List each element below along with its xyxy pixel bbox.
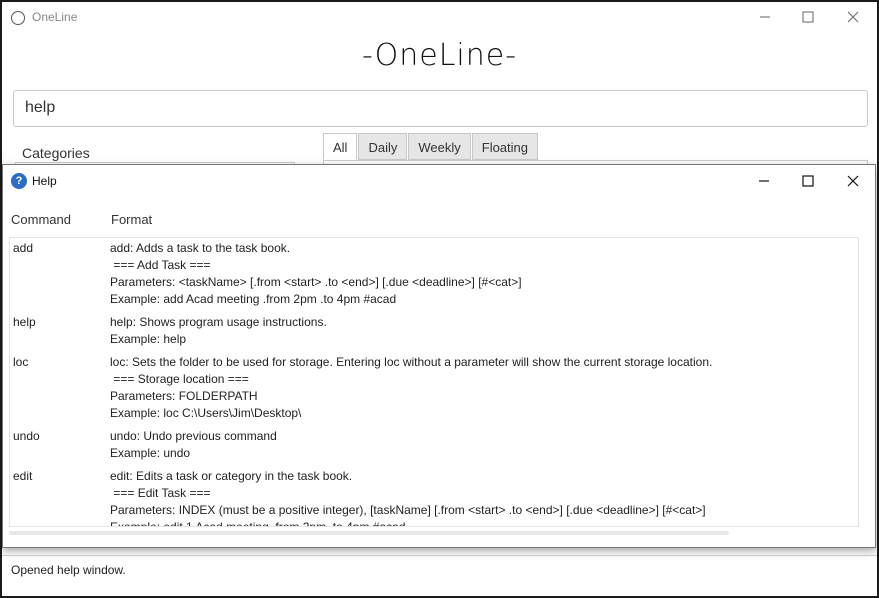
format-line: Parameters: <taskName> [.from <start> .t… <box>110 275 522 289</box>
tab-weekly[interactable]: Weekly <box>408 133 471 160</box>
format-line: Parameters: FOLDERPATH <box>110 389 258 403</box>
format-cell: add: Adds a task to the task book. === A… <box>110 240 522 308</box>
command-cell: help <box>13 315 36 329</box>
help-table[interactable]: add add: Adds a task to the task book. =… <box>9 237 859 527</box>
format-line: help: Shows program usage instructions. <box>110 315 327 329</box>
column-header-format[interactable]: Format <box>111 212 152 227</box>
format-cell: loc: Sets the folder to be used for stor… <box>110 354 712 422</box>
format-line: loc: Sets the folder to be used for stor… <box>110 355 713 369</box>
help-question-icon: ? <box>11 173 27 189</box>
format-cell: edit: Edits a task or category in the ta… <box>110 468 706 527</box>
format-line: === Add Task === <box>110 258 211 272</box>
command-input[interactable]: help <box>13 90 868 127</box>
format-line: Example: undo <box>110 446 191 460</box>
command-cell: undo <box>13 429 40 443</box>
task-tabs: All Daily Weekly Floating <box>323 133 539 160</box>
column-header-command[interactable]: Command <box>11 212 71 227</box>
table-row: loc loc: Sets the folder to be used for … <box>10 354 858 422</box>
scrollbar-thumb[interactable] <box>9 531 729 535</box>
categories-label: Categories <box>22 145 90 161</box>
format-line: === Storage location === <box>110 372 249 386</box>
close-icon <box>847 175 859 187</box>
app-circle-icon <box>11 11 25 25</box>
help-minimize-button[interactable] <box>741 165 787 197</box>
help-window: ? Help Command Format add add: Adds a ta… <box>2 164 876 548</box>
format-cell: help: Shows program usage instructions. … <box>110 314 327 348</box>
format-line: Parameters: INDEX (must be a positive in… <box>110 503 706 517</box>
minimize-button[interactable] <box>742 2 788 32</box>
tab-daily[interactable]: Daily <box>358 133 408 160</box>
status-text: Opened help window. <box>11 563 126 577</box>
minimize-icon <box>760 16 770 18</box>
format-line: undo: Undo previous command <box>110 429 277 443</box>
command-cell: add <box>13 241 34 255</box>
app-logo: -OneLine- <box>361 38 518 73</box>
help-maximize-button[interactable] <box>785 165 831 197</box>
minimize-icon <box>759 180 769 182</box>
close-icon <box>847 11 859 23</box>
close-button[interactable] <box>830 2 876 32</box>
maximize-icon <box>802 175 814 187</box>
tab-all[interactable]: All <box>323 133 358 160</box>
table-row: add add: Adds a task to the task book. =… <box>10 240 858 308</box>
main-titlebar: OneLine <box>2 2 877 32</box>
format-cell: undo: Undo previous command Example: und… <box>110 428 277 462</box>
tab-floating[interactable]: Floating <box>471 133 538 160</box>
table-row: help help: Shows program usage instructi… <box>10 314 858 348</box>
help-close-button[interactable] <box>830 165 876 197</box>
table-row: undo undo: Undo previous command Example… <box>10 428 858 462</box>
app-title: OneLine <box>32 10 78 24</box>
format-line: Example: add Acad meeting .from 2pm .to … <box>110 292 397 306</box>
help-titlebar: ? Help <box>3 165 875 197</box>
format-line: Example: help <box>110 332 187 346</box>
status-bar: Opened help window. <box>2 555 877 596</box>
format-line: add: Adds a task to the task book. <box>110 241 291 255</box>
format-line: edit: Edits a task or category in the ta… <box>110 469 353 483</box>
format-line: === Edit Task === <box>110 486 211 500</box>
maximize-icon <box>802 11 814 23</box>
command-cell: edit <box>13 469 33 483</box>
format-line: Example: loc C:\Users\Jim\Desktop\ <box>110 406 302 420</box>
maximize-button[interactable] <box>785 2 831 32</box>
help-title: Help <box>32 174 57 188</box>
command-cell: loc <box>13 355 29 369</box>
horizontal-scrollbar[interactable] <box>9 529 859 537</box>
format-line: Example: edit 1 Acad meeting .from 2pm .… <box>110 520 406 527</box>
table-row: edit edit: Edits a task or category in t… <box>10 468 858 527</box>
